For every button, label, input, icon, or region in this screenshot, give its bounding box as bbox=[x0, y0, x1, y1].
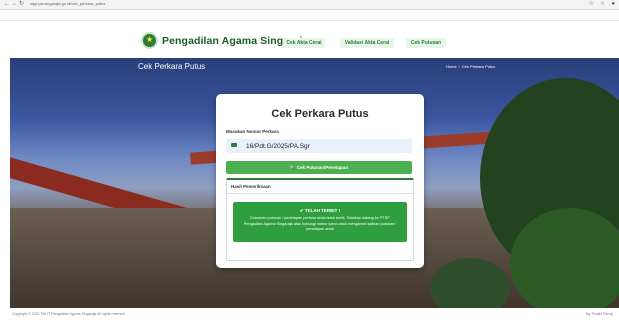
case-check-card: Cek Perkara Putus Masukan Nomor Perkara … bbox=[216, 94, 424, 268]
card-title: Cek Perkara Putus bbox=[271, 108, 369, 120]
address-bar[interactable]: sipp.pa-singaraja.go.id/cek_perkara_putu… bbox=[30, 1, 105, 7]
check-icon: ✔ bbox=[299, 208, 304, 213]
breadcrumb-separator: / bbox=[458, 64, 460, 69]
browser-actions: ☆ ○ ● bbox=[581, 1, 615, 8]
forward-icon[interactable]: → bbox=[11, 1, 17, 8]
star-icon[interactable]: ☆ bbox=[588, 1, 593, 7]
result-divider bbox=[227, 193, 413, 194]
alert-heading-text: TELAH TERBIT ! bbox=[304, 208, 341, 213]
check-verdict-label: Cek Putusan/Penetapan bbox=[296, 165, 349, 170]
case-number-field[interactable] bbox=[226, 139, 412, 153]
reload-icon[interactable]: ↻ bbox=[19, 1, 24, 8]
browser-toolbar: ← → ↻ sipp.pa-singaraja.go.id/cek_perkar… bbox=[0, 0, 619, 10]
alert-heading: ✔ TELAH TERBIT ! bbox=[233, 208, 407, 214]
card-icon bbox=[231, 143, 237, 147]
check-verdict-button[interactable]: 🔍 Cek Putusan/Penetapan bbox=[226, 161, 412, 174]
footer-credit: By: Rudini Pervaj bbox=[586, 312, 613, 316]
nav-validasi-akta-cerai[interactable]: Validasi Akta Cerai bbox=[340, 38, 394, 48]
result-panel: Hasil Pemeriksaan ✔ TELAH TERBIT ! Dokum… bbox=[226, 178, 414, 261]
bookmarks-bar: BerandaSIPPLogin SSOSIPP PENGADILANMahka… bbox=[0, 10, 619, 21]
extensions-icon[interactable]: ○ bbox=[601, 1, 605, 7]
hero-title: Cek Perkara Putus bbox=[138, 62, 206, 71]
logo-star-icon: ★ bbox=[146, 35, 154, 44]
result-title: Hasil Pemeriksaan bbox=[231, 184, 271, 189]
breadcrumb: Home / Cek Perkara Putus bbox=[446, 64, 495, 69]
site-footer: Copyright © 2025 TIM IT Pengadilan Agama… bbox=[0, 308, 619, 320]
breadcrumb-home[interactable]: Home bbox=[446, 64, 457, 69]
profile-icon[interactable]: ● bbox=[611, 1, 615, 7]
search-icon: 🔍 bbox=[289, 165, 296, 170]
success-alert: ✔ TELAH TERBIT ! Dokumen putusan / penet… bbox=[233, 202, 407, 242]
nav-cek-akta-cerai[interactable]: Cek Akta Cerai bbox=[283, 38, 325, 48]
alert-message: Dokumen putusan / penetapan perkara anda… bbox=[243, 216, 397, 231]
footer-copyright: Copyright © 2025 TIM IT Pengadilan Agama… bbox=[12, 312, 126, 316]
case-number-label: Masukan Nomor Perkara bbox=[226, 129, 279, 134]
breadcrumb-current: Cek Perkara Putus bbox=[461, 64, 496, 69]
back-icon[interactable]: ← bbox=[4, 1, 10, 8]
nav-cek-putusan[interactable]: Cek Putusan bbox=[406, 38, 446, 48]
case-number-input[interactable] bbox=[246, 139, 406, 153]
